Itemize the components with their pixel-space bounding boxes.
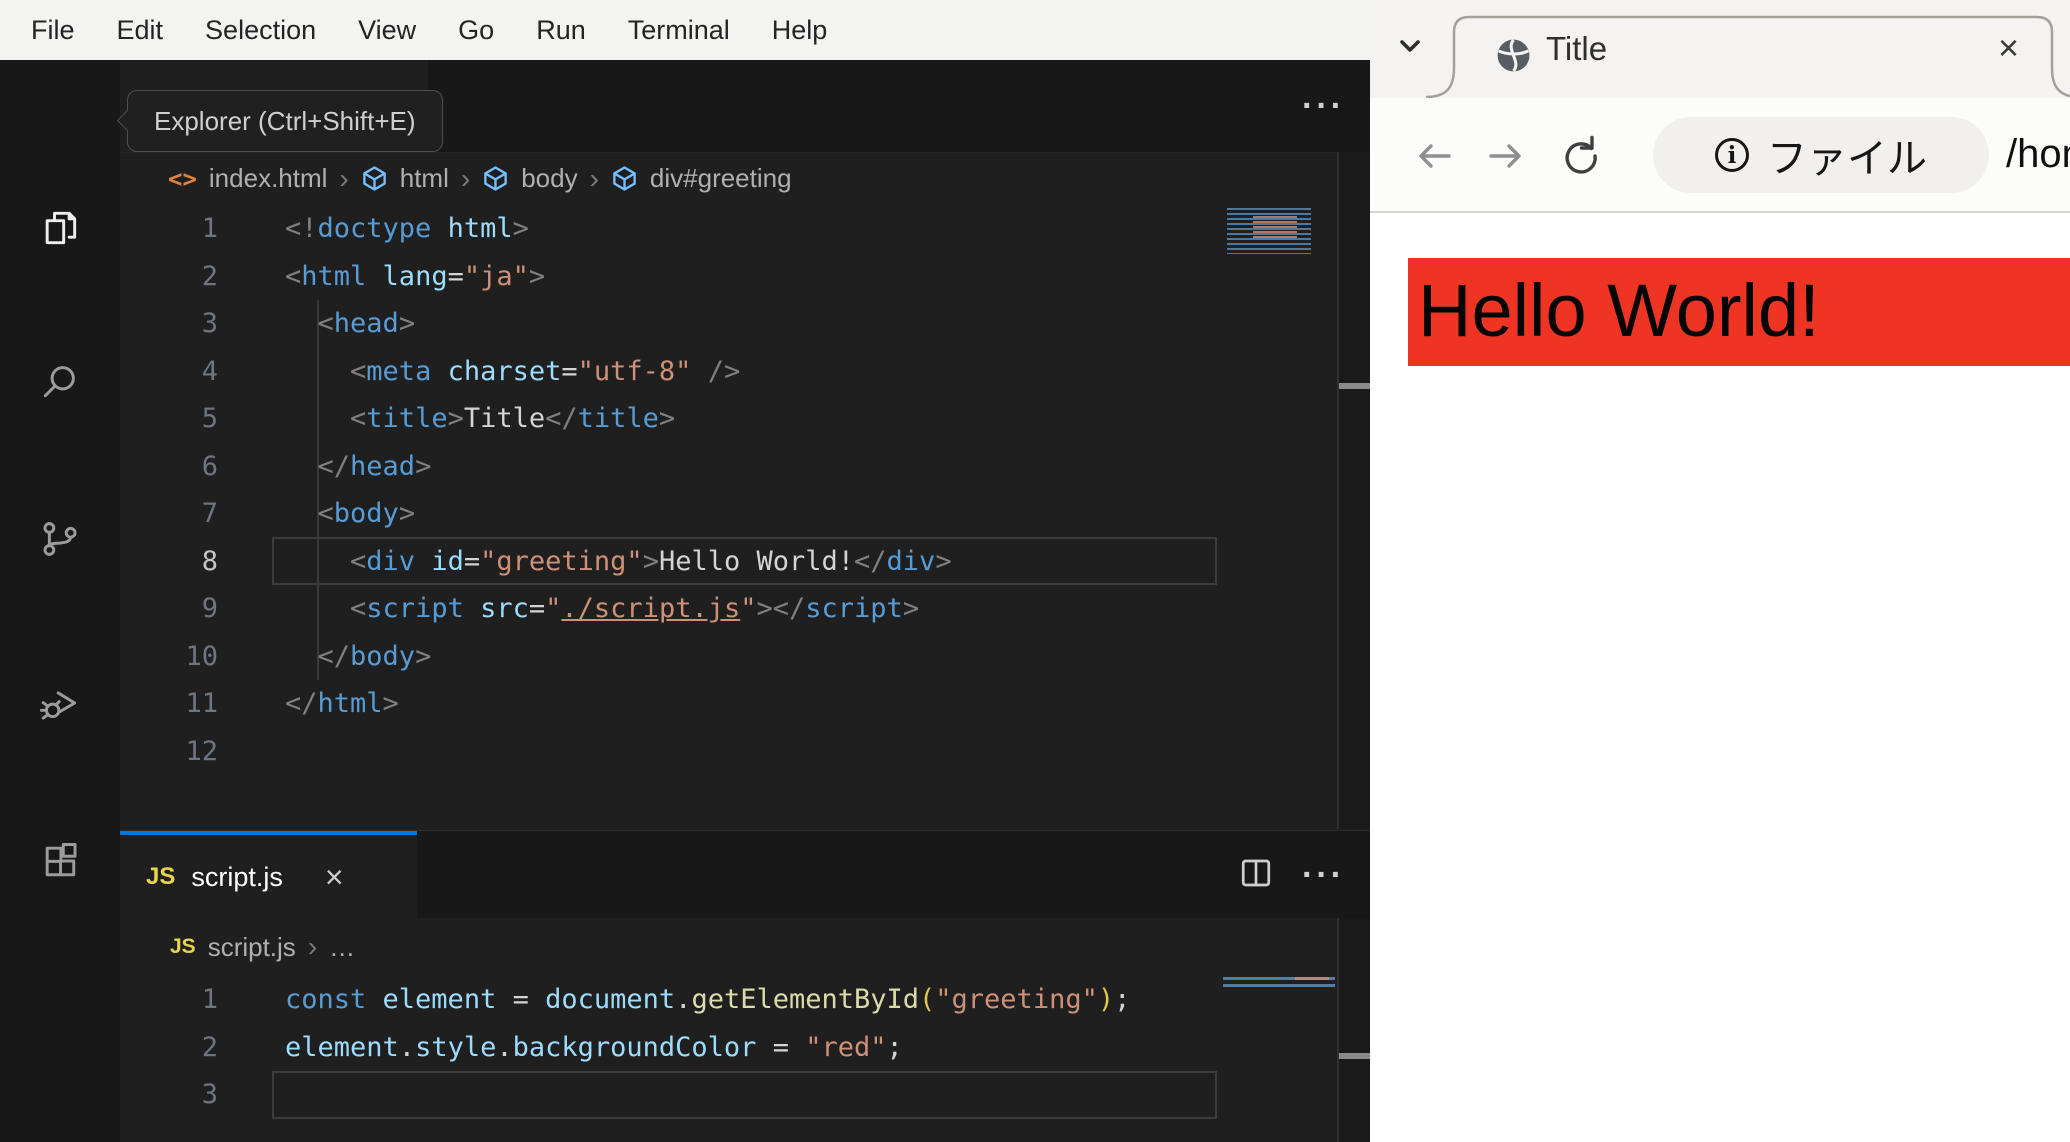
chevron-right-icon: ›: [589, 162, 599, 194]
code-line[interactable]: 1 const element = document.getElementById…: [120, 976, 1240, 1024]
code-line[interactable]: 12: [120, 728, 1240, 776]
browser-toolbar: i ファイル /home/u: [1370, 98, 2070, 213]
line-number: 2: [201, 1031, 218, 1063]
line-number: 12: [185, 735, 218, 767]
js-file-icon: JS: [170, 935, 196, 958]
more-actions-icon[interactable]: ···: [1302, 89, 1345, 123]
code-line[interactable]: 2 element.style.backgroundColor = "red";: [120, 1024, 1240, 1072]
tab-label: script.js: [191, 861, 283, 892]
run-debug-icon[interactable]: [38, 681, 82, 725]
line-number: 2: [201, 260, 218, 292]
back-button[interactable]: [1412, 134, 1456, 178]
code-line[interactable]: 5 <title>Title</title>: [120, 395, 1240, 443]
panel-actions: ···: [1238, 831, 1345, 919]
line-number: 3: [201, 308, 218, 339]
code-line[interactable]: 8 <div id="greeting">Hello World!</div>: [120, 538, 1240, 586]
split-editor-icon[interactable]: [1238, 855, 1274, 896]
forward-button[interactable]: [1484, 134, 1528, 178]
browser-page: Hello World!: [1370, 213, 2070, 1142]
code-line[interactable]: 1 <!doctype html>: [120, 205, 1240, 253]
menu-edit[interactable]: Edit: [96, 15, 185, 46]
breadcrumb: JS script.js › …: [120, 918, 1373, 976]
explorer-tooltip: Explorer (Ctrl+Shift+E): [127, 90, 443, 152]
breadcrumb-file[interactable]: script.js: [208, 932, 296, 963]
line-number: 1: [201, 984, 218, 1015]
address-bar[interactable]: /home/u: [2006, 98, 2070, 211]
close-icon[interactable]: ×: [1998, 0, 2019, 96]
editor-actions: ···: [1302, 60, 1345, 152]
line-number: 5: [201, 403, 218, 434]
explorer-icon[interactable]: [38, 206, 82, 250]
activity-bar: [0, 60, 120, 1142]
minimap[interactable]: [1223, 977, 1335, 990]
line-number: 7: [201, 498, 218, 529]
file-scheme-chip[interactable]: i ファイル: [1653, 117, 1989, 193]
line-number: 1: [201, 213, 218, 244]
code-line[interactable]: 3 <head>: [120, 300, 1240, 348]
breadcrumb-more[interactable]: …: [329, 932, 355, 963]
html-code-editor[interactable]: 1 <!doctype html> 2 <html lang="ja"> 3 <head…: [120, 205, 1240, 829]
reload-button[interactable]: [1556, 134, 1600, 178]
hello-heading: Hello World!: [1408, 258, 2070, 366]
code-line[interactable]: 10 </body>: [120, 633, 1240, 681]
chevron-right-icon: ›: [307, 931, 318, 962]
scrollbar[interactable]: [1337, 152, 1373, 829]
tab-script-js[interactable]: JS script.js ×: [120, 831, 417, 919]
panel-tab-bar: JS script.js × ···: [120, 830, 1373, 919]
menu-file[interactable]: File: [10, 15, 96, 46]
symbol-cube-icon: [362, 166, 386, 191]
source-control-icon[interactable]: [38, 517, 82, 561]
chevron-right-icon: ›: [339, 162, 349, 194]
breadcrumb-file[interactable]: index.html: [209, 163, 328, 194]
more-actions-icon[interactable]: ···: [1302, 858, 1345, 892]
code-line[interactable]: 11 </html>: [120, 680, 1240, 728]
menu-run[interactable]: Run: [515, 15, 607, 46]
html-file-icon: <>: [168, 164, 197, 193]
scrollbar[interactable]: [1337, 918, 1373, 1142]
line-number: 10: [185, 640, 218, 672]
info-icon: i: [1715, 138, 1749, 172]
menu-selection[interactable]: Selection: [184, 15, 337, 46]
js-code-editor[interactable]: 1 const element = document.getElementById…: [120, 976, 1240, 1142]
menu-help[interactable]: Help: [751, 15, 849, 46]
code-line[interactable]: 9 <script src="./script.js"></script>: [120, 585, 1240, 633]
code-line[interactable]: 2 <html lang="ja">: [120, 253, 1240, 301]
menu-view[interactable]: View: [337, 15, 437, 46]
symbol-cube-icon: [613, 166, 636, 191]
code-line[interactable]: 4 <meta charset="utf-8" />: [120, 348, 1240, 396]
search-icon[interactable]: [38, 359, 82, 403]
menu-bar: File Edit Selection View Go Run Terminal…: [0, 0, 1373, 60]
browser-window: Title × i ファイル /home/u Hello World!: [1370, 0, 2070, 1142]
globe-icon: [1495, 37, 1532, 74]
vscode-window: File Edit Selection View Go Run Terminal…: [0, 0, 1373, 1142]
menu-terminal[interactable]: Terminal: [607, 15, 751, 46]
line-number: 4: [201, 355, 218, 387]
code-line[interactable]: 6 </head>: [120, 443, 1240, 491]
scrollbar-handle[interactable]: [1339, 383, 1373, 389]
extensions-icon[interactable]: [38, 839, 82, 883]
chip-label: ファイル: [1767, 137, 1927, 181]
browser-tab[interactable]: Title: [1546, 0, 1607, 98]
line-number: 9: [201, 593, 218, 624]
breadcrumb-body[interactable]: body: [521, 163, 577, 194]
scrollbar-handle[interactable]: [1339, 1053, 1373, 1059]
line-number: 3: [201, 1079, 218, 1110]
screen: File Edit Selection View Go Run Terminal…: [0, 0, 2070, 1142]
close-icon[interactable]: ×: [325, 861, 344, 893]
menu-go[interactable]: Go: [437, 15, 515, 46]
breadcrumb-div-greeting[interactable]: div#greeting: [650, 163, 792, 194]
js-file-icon: JS: [146, 863, 176, 890]
breadcrumb-html[interactable]: html: [400, 163, 449, 194]
breadcrumb: <> index.html › html › body › div#greeti…: [120, 152, 1373, 205]
line-number: 11: [185, 688, 218, 719]
browser-tab-outline: [1425, 15, 2070, 98]
chevron-right-icon: ›: [460, 162, 471, 194]
code-line[interactable]: 3: [120, 1071, 1240, 1119]
browser-tab-strip: Title ×: [1370, 0, 2070, 98]
line-number: 8: [201, 545, 218, 577]
minimap[interactable]: [1227, 208, 1311, 254]
symbol-cube-icon: [484, 166, 507, 191]
line-number: 6: [201, 450, 218, 482]
code-line[interactable]: 7 <body>: [120, 490, 1240, 538]
